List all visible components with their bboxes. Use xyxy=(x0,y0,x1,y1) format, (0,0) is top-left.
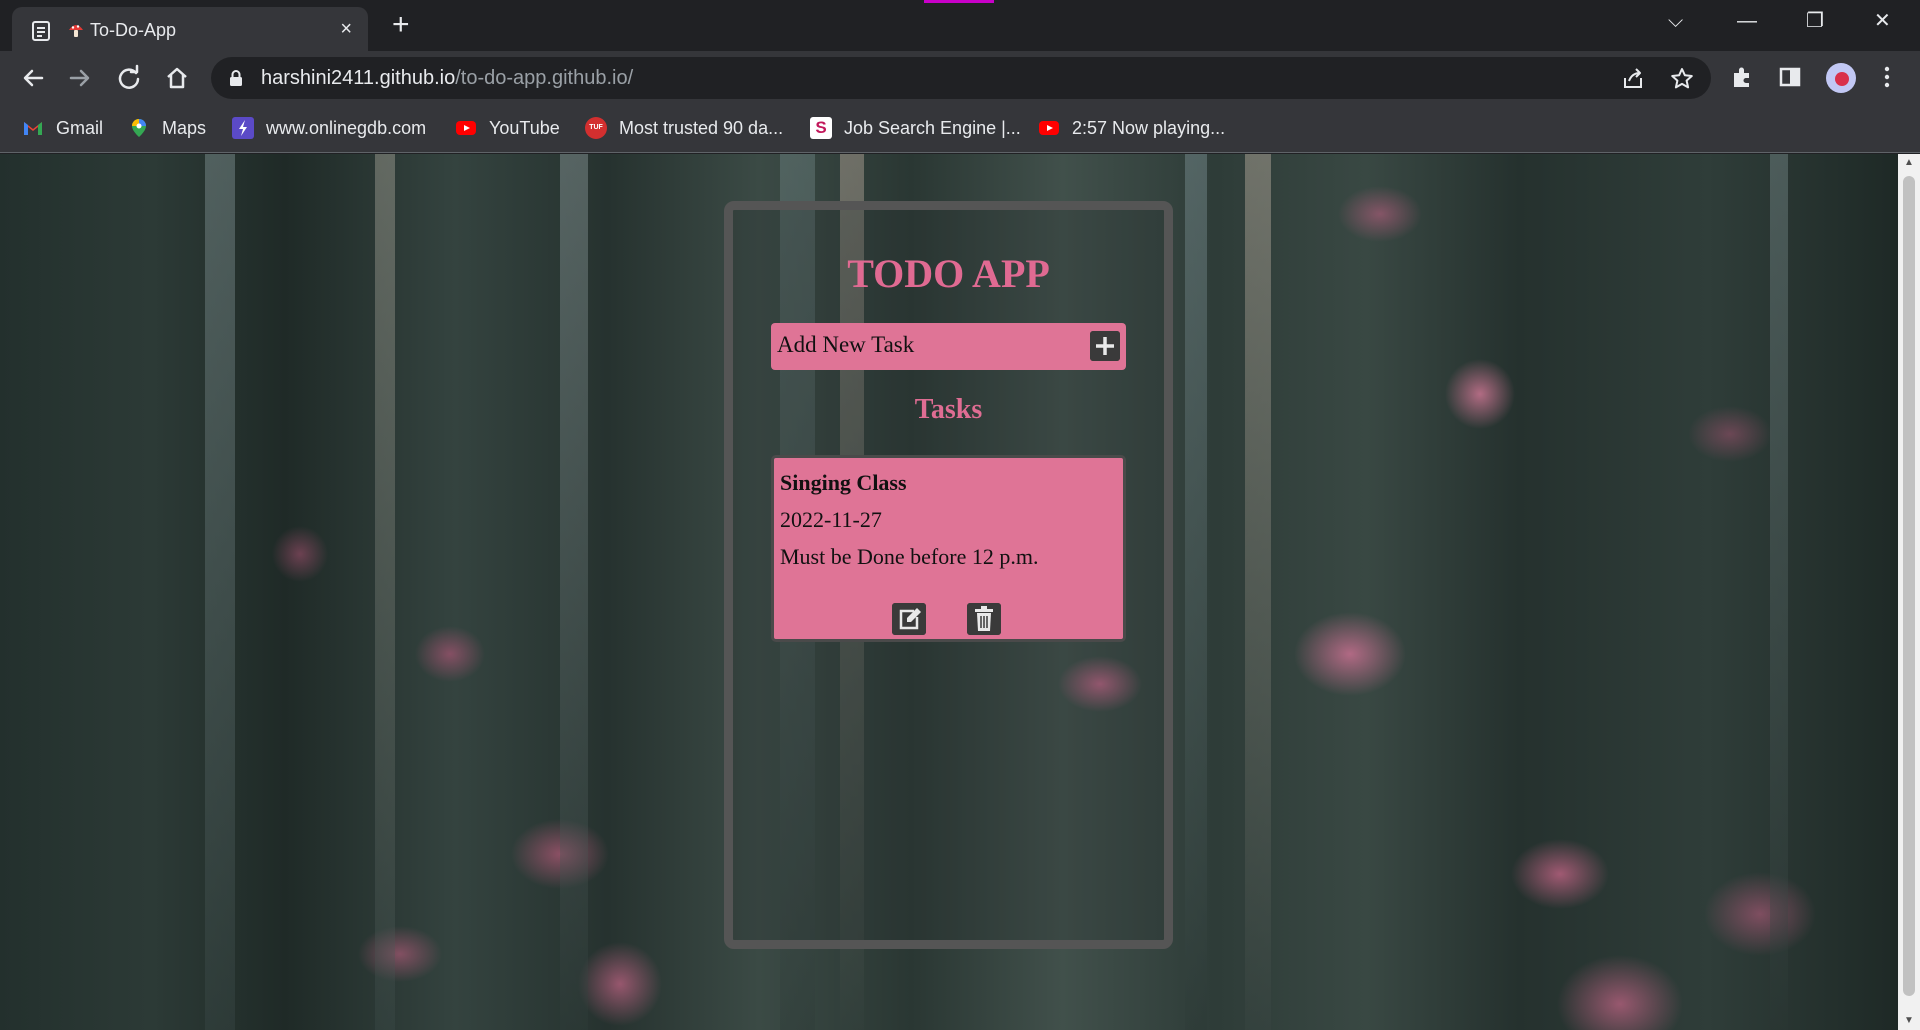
background-stripe xyxy=(1245,154,1271,1030)
bookmark-star-icon[interactable] xyxy=(1669,66,1695,92)
url-host: harshini2411.github.io xyxy=(261,67,456,89)
url-path: /to-do-app.github.io/ xyxy=(455,67,634,89)
scroll-up-arrow-icon[interactable]: ▲ xyxy=(1903,158,1915,168)
bookmark-label: Most trusted 90 da... xyxy=(619,117,784,138)
add-task-bar[interactable]: Add New Task xyxy=(771,323,1126,370)
menu-kebab-icon[interactable] xyxy=(1874,64,1900,90)
scroll-down-arrow-icon[interactable]: ▼ xyxy=(1903,1016,1915,1026)
bookmark-onlinegdb[interactable]: www.onlinegdb.com xyxy=(232,117,426,139)
tab-title: To-Do-App xyxy=(90,20,177,40)
todo-app-card: TODO APP Add New Task Tasks Singing Clas… xyxy=(724,201,1173,949)
scroll-thumb[interactable] xyxy=(1903,176,1915,996)
browser-toolbar: harshini2411.github.io/to-do-app.github.… xyxy=(0,51,1920,103)
tuf-icon: TUF xyxy=(585,117,607,139)
background-stripe xyxy=(560,154,588,1030)
page-scrollbar[interactable]: ▲ ▼ xyxy=(1898,154,1920,1030)
add-task-input[interactable]: Add New Task xyxy=(777,332,914,358)
trash-icon[interactable] xyxy=(967,603,1001,635)
reload-icon[interactable] xyxy=(114,63,144,93)
bookmarks-bar: Gmail Maps www.onlinegdb.com YouTube TUF… xyxy=(0,103,1920,153)
app-title: TODO APP xyxy=(847,251,1050,296)
browser-tab[interactable]: To-Do-App × xyxy=(12,7,368,51)
back-icon[interactable] xyxy=(18,63,48,93)
task-card: Singing Class 2022-11-27 Must be Done be… xyxy=(771,455,1126,642)
bookmark-label: Gmail xyxy=(56,117,104,138)
side-panel-icon[interactable] xyxy=(1777,64,1803,90)
bookmark-label: www.onlinegdb.com xyxy=(266,117,427,138)
extensions-puzzle-icon[interactable] xyxy=(1730,64,1756,90)
home-icon[interactable] xyxy=(162,63,192,93)
bookmark-now-playing[interactable]: 2:57 Now playing... xyxy=(1038,117,1225,139)
bookmark-label: 2:57 Now playing... xyxy=(1072,117,1226,138)
maps-icon xyxy=(132,119,146,137)
new-tab-button[interactable]: + xyxy=(392,10,410,40)
tab-accent-line xyxy=(924,0,994,3)
background-stripe xyxy=(1770,154,1788,1030)
tasks-heading: Tasks xyxy=(914,394,983,425)
background-stripe xyxy=(1185,154,1207,1030)
bookmark-youtube[interactable]: YouTube xyxy=(455,117,560,139)
restore-button[interactable]: ❐ xyxy=(1806,8,1824,34)
bookmark-label: Job Search Engine |... xyxy=(844,117,1021,138)
onlinegdb-icon xyxy=(232,117,254,139)
gmail-icon xyxy=(24,122,42,135)
tab-strip: To-Do-App × + ⌵ — ❐ ✕ xyxy=(0,0,1920,51)
background-stripe xyxy=(205,154,235,1030)
bookmark-tuf[interactable]: TUF Most trusted 90 da... xyxy=(585,117,783,139)
youtube-icon xyxy=(1039,121,1059,135)
tab-search-dropdown-icon[interactable]: ⌵ xyxy=(1668,8,1683,34)
bookmark-label: Maps xyxy=(162,117,207,138)
minimize-button[interactable]: — xyxy=(1737,8,1757,34)
lock-icon[interactable] xyxy=(229,69,243,87)
background-stripe xyxy=(375,154,395,1030)
bookmark-label: YouTube xyxy=(489,117,560,138)
youtube-icon xyxy=(456,121,476,135)
bookmark-gmail[interactable]: Gmail xyxy=(22,117,103,139)
task-date: 2022-11-27 xyxy=(780,507,882,532)
tab-search-icon[interactable] xyxy=(30,20,52,42)
page-viewport: TODO APP Add New Task Tasks Singing Clas… xyxy=(0,154,1898,1030)
url-text[interactable]: harshini2411.github.io/to-do-app.github.… xyxy=(261,67,633,90)
task-name: Singing Class xyxy=(780,470,907,495)
add-task-plus-icon[interactable] xyxy=(1090,331,1120,361)
task-description: Must be Done before 12 p.m. xyxy=(780,544,1039,569)
profile-avatar[interactable] xyxy=(1826,63,1856,93)
address-bar[interactable]: harshini2411.github.io/to-do-app.github.… xyxy=(211,57,1711,99)
share-icon[interactable] xyxy=(1620,66,1646,92)
bookmark-job-search[interactable]: S Job Search Engine |... xyxy=(810,117,1021,139)
forward-icon[interactable] xyxy=(65,63,95,93)
edit-icon[interactable] xyxy=(892,603,926,635)
bookmark-maps[interactable]: Maps xyxy=(128,117,206,139)
close-window-button[interactable]: ✕ xyxy=(1874,8,1891,34)
job-search-icon: S xyxy=(810,117,832,139)
tab-close-icon[interactable]: × xyxy=(340,18,352,40)
mushroom-favicon-icon xyxy=(69,25,83,37)
